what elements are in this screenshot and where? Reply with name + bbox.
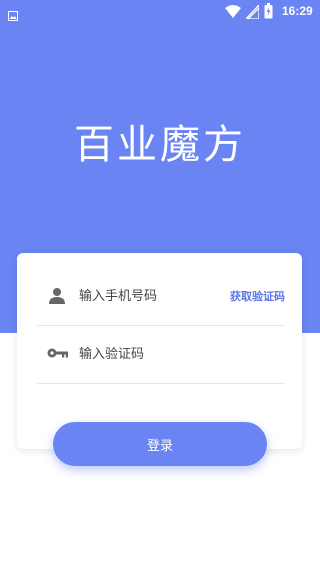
status-time: 16:29 [282, 4, 313, 18]
app-title: 百业魔方 [74, 122, 246, 168]
wifi-icon [225, 4, 241, 23]
code-input[interactable] [79, 341, 269, 367]
status-bar: 16:29 [0, 0, 320, 24]
user-icon [47, 287, 67, 305]
gallery-icon [8, 6, 18, 21]
key-icon [47, 345, 68, 363]
signal-icon [244, 3, 260, 23]
code-row [37, 325, 285, 384]
battery-charging-icon [264, 3, 273, 23]
login-card: 获取验证码 [17, 253, 302, 449]
phone-input[interactable] [79, 283, 219, 309]
get-code-button[interactable]: 获取验证码 [230, 288, 285, 304]
phone-row: 获取验证码 [37, 267, 285, 326]
login-button[interactable]: 登录 [53, 422, 267, 466]
